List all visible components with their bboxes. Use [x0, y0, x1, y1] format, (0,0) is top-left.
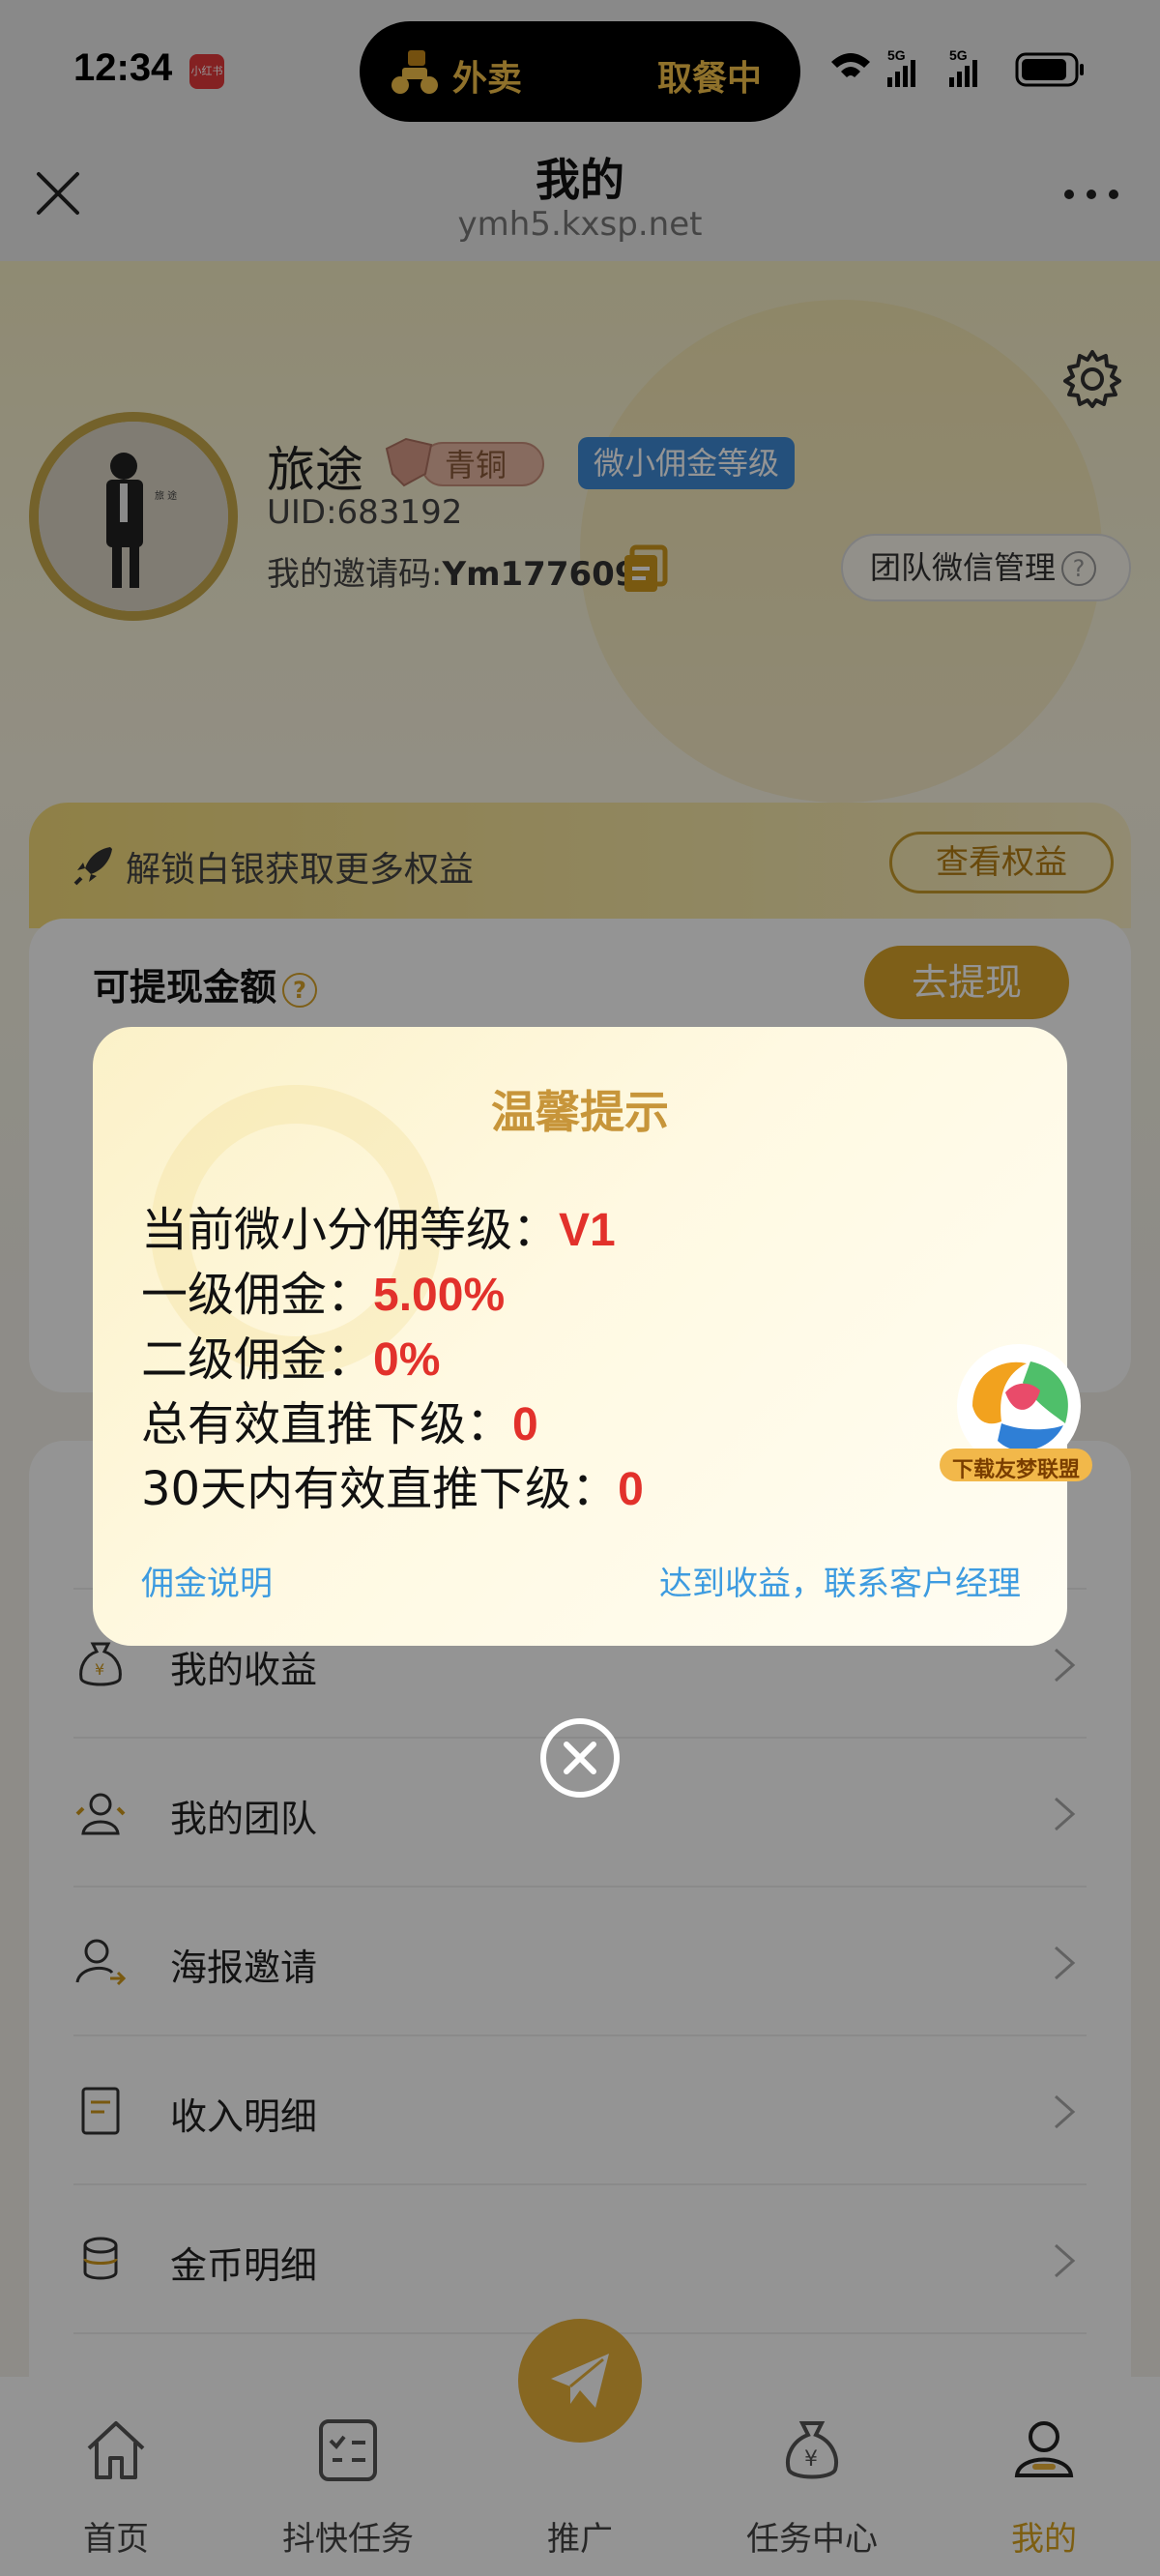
download-app-float[interactable]: 下载友梦联盟 — [934, 1334, 1098, 1499]
dialog-close-icon[interactable] — [537, 1715, 623, 1800]
line-value: 0 — [512, 1399, 538, 1450]
line-label: 当前微小分佣等级： — [141, 1203, 560, 1257]
recent-direct-referrals-line: 30天内有效直推下级：0 — [141, 1450, 644, 1518]
line-label: 总有效直推下级： — [141, 1397, 513, 1451]
line-label: 30天内有效直推下级： — [141, 1462, 619, 1516]
line-value: 5.00% — [373, 1270, 506, 1321]
dialog-title: 温馨提示 — [491, 1086, 669, 1138]
tips-dialog: 温馨提示 当前微小分佣等级：V1 一级佣金：5.00% 二级佣金：0% 总有效直… — [93, 1027, 1067, 1646]
line-label: 二级佣金： — [141, 1332, 374, 1387]
commission-info-link[interactable]: 佣金说明 — [141, 1557, 273, 1604]
line-value: V1 — [559, 1205, 616, 1256]
total-direct-referrals-line: 总有效直推下级：0 — [141, 1386, 538, 1453]
line-value: 0 — [618, 1464, 644, 1515]
commission-level-line: 当前微小分佣等级：V1 — [141, 1191, 616, 1259]
first-level-commission-line: 一级佣金：5.00% — [141, 1256, 505, 1324]
float-ad-label: 下载友梦联盟 — [951, 1458, 1080, 1482]
second-level-commission-line: 二级佣金：0% — [141, 1321, 440, 1389]
line-value: 0% — [373, 1334, 441, 1386]
contact-manager-link[interactable]: 达到收益，联系客户经理 — [659, 1557, 1021, 1604]
line-label: 一级佣金： — [141, 1268, 374, 1322]
